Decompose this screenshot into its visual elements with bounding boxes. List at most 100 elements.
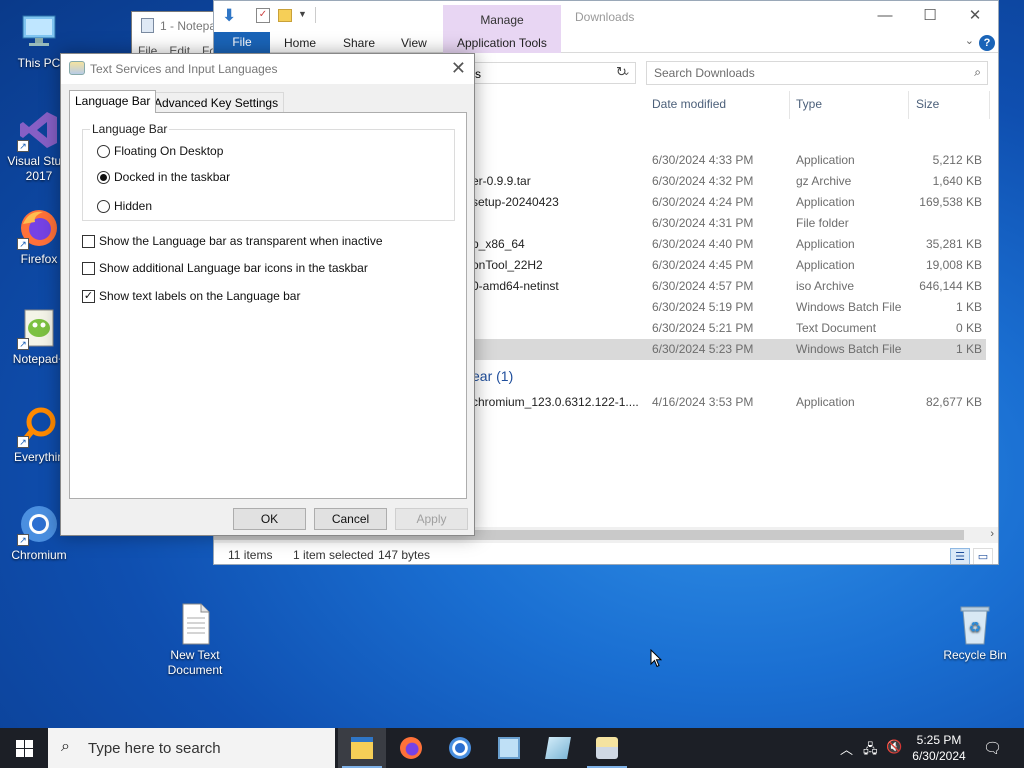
address-bar[interactable]: s ⌄ <box>472 62 636 84</box>
taskbar-notepad[interactable] <box>534 728 582 768</box>
manage-tab-label: Manage <box>480 13 524 27</box>
text-services-dialog[interactable]: Text Services and Input Languages ✕ Lang… <box>60 53 475 536</box>
file-size: 19,008 KB <box>925 258 982 272</box>
file-explorer-icon <box>351 737 373 759</box>
help-icon[interactable]: ? <box>979 35 995 51</box>
cancel-button[interactable]: Cancel <box>314 508 387 530</box>
radio-button[interactable] <box>97 145 110 158</box>
ribbon-tab-application-tools[interactable]: Application Tools <box>457 36 547 50</box>
file-type: iso Archive <box>796 279 855 293</box>
taskbar-search-text: Type here to search <box>88 740 221 757</box>
column-header-type[interactable]: Type <box>796 97 822 111</box>
show-hidden-icons-chevron-icon[interactable]: ︿ <box>840 739 853 758</box>
column-header-date-modified[interactable]: Date modified <box>652 97 726 111</box>
address-text: s <box>475 67 481 81</box>
radio-button[interactable] <box>97 200 110 213</box>
tab-advanced-key-settings[interactable]: Advanced Key Settings <box>148 92 285 113</box>
ribbon-header: ⬇ ✓ ▼ Manage Downloads — ☐ ✕ File Home S… <box>214 1 998 53</box>
column-divider[interactable] <box>908 91 909 119</box>
status-bytes: 147 bytes <box>378 548 431 562</box>
language-bar-groupbox: Language Bar Floating On Desktop Docked … <box>82 122 455 221</box>
radio-label: Docked in the taskbar <box>114 170 231 184</box>
refresh-icon[interactable]: ↻ <box>616 64 627 80</box>
checkbox[interactable] <box>82 262 95 275</box>
status-selected: 1 item selected <box>293 548 374 562</box>
search-box[interactable]: ⌕ <box>646 61 988 85</box>
file-type: Application <box>796 395 855 409</box>
dialog-title-bar[interactable]: Text Services and Input Languages ✕ <box>61 54 474 84</box>
language-bar-panel: Language Bar Floating On Desktop Docked … <box>69 112 467 499</box>
ribbon-tab-home[interactable]: Home <box>284 36 316 50</box>
file-size: 1 KB <box>955 342 982 356</box>
notification-center-icon[interactable]: 🗨 <box>983 739 1002 757</box>
ribbon-tab-share[interactable]: Share <box>343 36 375 50</box>
properties-checklist-icon[interactable]: ✓ <box>256 8 270 23</box>
file-date-modified: 6/30/2024 4:24 PM <box>652 195 754 209</box>
network-icon[interactable]: 🖧 <box>863 740 878 762</box>
column-divider[interactable] <box>989 91 990 119</box>
file-date-modified: 6/30/2024 5:19 PM <box>652 300 754 314</box>
taskbar: ⌕ Type here to search ︿ 🖧 🔇 5:25 PM 6/30… <box>0 728 1024 768</box>
ribbon-tab-file[interactable]: File <box>214 32 270 53</box>
group-header-earlier[interactable]: ear (1) <box>472 368 513 384</box>
file-date-modified: 6/30/2024 4:31 PM <box>652 216 754 230</box>
ribbon-collapse-chevron-icon[interactable]: ⌄ <box>965 34 974 47</box>
file-name: 0-amd64-netinst <box>472 279 559 293</box>
desktop-icon-label: Recycle Bin <box>943 648 1007 662</box>
firefox-icon: ↗ <box>17 206 61 250</box>
desktop-icon-label: Chromium <box>11 548 67 562</box>
ok-button[interactable]: OK <box>233 508 306 530</box>
minimize-button[interactable]: — <box>870 7 900 27</box>
file-name: er-0.9.9.tar <box>472 174 531 188</box>
column-divider[interactable] <box>789 91 790 119</box>
file-date-modified: 6/30/2024 4:45 PM <box>652 258 754 272</box>
dialog-close-icon[interactable]: ✕ <box>451 58 466 79</box>
desktop-icon-label: New Text <box>170 648 220 662</box>
close-button[interactable]: ✕ <box>960 7 990 27</box>
taskbar-clock[interactable]: 5:25 PM 6/30/2024 <box>900 732 978 764</box>
taskbar-remote-desktop[interactable] <box>485 728 533 768</box>
file-date-modified: 6/30/2024 5:21 PM <box>652 321 754 335</box>
taskbar-search-box[interactable]: ⌕ Type here to search <box>48 728 335 768</box>
desktop-icon-new-text-document[interactable]: New Text Document <box>157 602 233 678</box>
file-size: 35,281 KB <box>925 237 982 251</box>
checkbox[interactable] <box>82 235 95 248</box>
large-icons-view-icon[interactable]: ▭ <box>973 548 993 564</box>
desktop-icon-recycle-bin[interactable]: ♻ Recycle Bin <box>937 602 1013 663</box>
file-size: 1 KB <box>955 300 982 314</box>
file-type: Application <box>796 153 855 167</box>
checkbox-label: Show additional Language bar icons in th… <box>99 261 368 275</box>
shortcut-arrow-icon: ↗ <box>17 436 29 448</box>
scroll-right-arrow-icon[interactable]: › <box>990 528 994 540</box>
text-document-icon <box>173 602 217 646</box>
chromium-icon: ↗ <box>17 502 61 546</box>
folder-icon[interactable] <box>278 9 292 22</box>
download-arrow-icon[interactable]: ⬇ <box>222 6 236 26</box>
column-header-size[interactable]: Size <box>916 97 939 111</box>
taskbar-chromium[interactable] <box>436 728 484 768</box>
keyboard-settings-icon <box>69 61 85 75</box>
checkbox-checked[interactable]: ✓ <box>82 290 95 303</box>
shortcut-arrow-icon: ↗ <box>17 140 29 152</box>
details-view-icon[interactable]: ☰ <box>950 548 970 564</box>
radio-button-selected[interactable] <box>97 171 110 184</box>
taskbar-text-services[interactable] <box>583 728 631 768</box>
quick-access-divider <box>315 7 316 23</box>
quick-access-dropdown-icon[interactable]: ▼ <box>298 9 307 19</box>
file-name: p_x86_64 <box>472 237 525 251</box>
taskbar-file-explorer[interactable] <box>338 728 386 768</box>
file-type: gz Archive <box>796 174 852 188</box>
window-title: Downloads <box>575 10 635 24</box>
clock-date: 6/30/2024 <box>912 749 966 763</box>
search-input[interactable] <box>654 63 954 83</box>
file-size: 1,640 KB <box>932 174 982 188</box>
file-size: 0 KB <box>955 321 982 335</box>
ribbon-tab-view[interactable]: View <box>401 36 427 50</box>
status-bar: 11 items 1 item selected 147 bytes ☰ ▭ <box>214 543 998 564</box>
maximize-button[interactable]: ☐ <box>915 7 945 27</box>
apply-button[interactable]: Apply <box>395 508 468 530</box>
file-type: File folder <box>796 216 849 230</box>
tab-language-bar[interactable]: Language Bar <box>69 90 157 113</box>
taskbar-firefox[interactable] <box>387 728 435 768</box>
start-button[interactable] <box>0 728 48 768</box>
